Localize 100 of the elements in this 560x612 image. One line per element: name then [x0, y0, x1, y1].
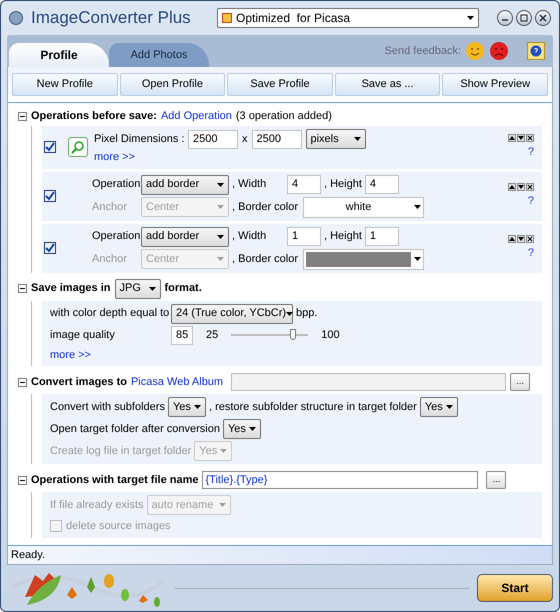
frown-icon[interactable] — [489, 41, 509, 61]
help-link[interactable]: ? — [528, 144, 534, 160]
profile-icon — [222, 13, 232, 23]
toolbar-button[interactable]: Save as ... — [334, 73, 440, 96]
caret-icon — [414, 205, 421, 209]
slider-thumb[interactable] — [290, 329, 296, 340]
field-label: Anchor — [92, 252, 128, 267]
caret-icon — [446, 405, 453, 409]
close-icon[interactable] — [526, 134, 534, 142]
checkbox[interactable] — [44, 141, 56, 154]
status-bar: Ready. — [8, 545, 552, 565]
caret-icon — [467, 16, 474, 20]
min-label: 25 — [206, 328, 218, 343]
field-label: Anchor — [92, 200, 128, 215]
dropdown[interactable]: Yes — [168, 397, 206, 417]
section-title: Operations with target file name — [31, 472, 198, 488]
move-down-icon[interactable] — [517, 234, 525, 243]
close-icon[interactable] — [526, 182, 534, 191]
toolbar-button[interactable]: Open Profile — [120, 73, 226, 96]
color-dropdown[interactable]: white — [303, 196, 424, 218]
field-label: bpp. — [296, 306, 318, 322]
browse-button[interactable]: ... — [510, 373, 530, 391]
move-up-icon[interactable] — [508, 234, 516, 243]
checkbox[interactable] — [44, 190, 56, 202]
collapse-icon[interactable] — [18, 476, 27, 484]
feedback-label: Send feedback: — [384, 44, 461, 59]
section-title: Save images in — [31, 281, 110, 296]
caret-icon — [194, 405, 201, 409]
caret-icon — [217, 234, 224, 238]
field-label: Open target folder after conversion — [50, 422, 220, 437]
section-title: format. — [164, 281, 202, 296]
move-down-icon[interactable] — [517, 134, 525, 142]
dropdown[interactable]: Yes — [222, 419, 261, 439]
depth-dropdown[interactable]: 24 (True color, YCbCr) — [171, 304, 293, 324]
field-label: , Border color — [232, 200, 300, 215]
target-field[interactable] — [231, 373, 506, 391]
field-label: , Height — [324, 229, 362, 244]
close-icon[interactable] — [526, 234, 534, 243]
max-label: 100 — [321, 328, 340, 343]
zoom-icon — [68, 137, 88, 158]
help-link[interactable]: ? — [528, 192, 534, 210]
browse-button[interactable]: ... — [486, 471, 506, 489]
collapse-icon[interactable] — [18, 378, 27, 386]
times-label: x — [242, 132, 248, 147]
dropdown[interactable]: add border — [141, 174, 229, 194]
help-button[interactable] — [527, 42, 545, 60]
tab[interactable]: Profile — [9, 43, 109, 67]
field-label: with color depth equal to — [50, 306, 168, 322]
move-up-icon[interactable] — [508, 182, 516, 191]
smiley-icon[interactable] — [465, 41, 485, 61]
pattern-field[interactable]: {Title}.{Type} — [202, 471, 478, 489]
section-title: Operations before save: — [31, 108, 157, 124]
add-operation-link[interactable]: Add Operation — [160, 108, 232, 124]
app-icon — [9, 11, 23, 25]
field-label: , Width — [232, 177, 268, 192]
field-label: , Height — [324, 177, 362, 192]
minimize-icon[interactable] — [497, 10, 513, 26]
window-title: ImageConverter Plus — [31, 7, 192, 30]
field-label: Operation — [92, 177, 138, 192]
maximize-icon[interactable] — [516, 10, 532, 26]
caret-icon — [414, 257, 421, 261]
more-link[interactable]: more >> — [94, 149, 366, 166]
checkbox-label: delete source images — [66, 519, 171, 534]
caret-icon — [148, 286, 156, 290]
caret-icon — [248, 427, 256, 431]
target-link[interactable]: Picasa Web Album — [130, 374, 224, 390]
start-button[interactable]: Start — [477, 574, 553, 602]
move-down-icon[interactable] — [517, 182, 525, 191]
field-label: If file already exists — [50, 498, 144, 513]
height-field[interactable]: 4 — [364, 175, 399, 194]
width-field[interactable]: 2500 — [188, 130, 238, 148]
more-link[interactable]: more >> — [50, 346, 91, 363]
move-up-icon[interactable] — [508, 134, 516, 142]
height-field[interactable]: 1 — [364, 227, 399, 246]
help-link[interactable]: ? — [528, 244, 534, 262]
quality-field[interactable]: 85 — [171, 326, 193, 344]
field-label: , Border color — [232, 252, 300, 267]
collapse-icon[interactable] — [18, 112, 27, 120]
caret-icon — [217, 257, 224, 261]
color-dropdown[interactable] — [303, 248, 424, 270]
width-field[interactable]: 4 — [287, 175, 321, 194]
dropdown[interactable]: Yes — [420, 397, 458, 417]
field-label: , restore subfolder structure in target folder — [208, 400, 417, 415]
tab[interactable]: Add Photos — [109, 43, 209, 67]
height-field[interactable]: 2500 — [252, 130, 302, 148]
width-field[interactable]: 1 — [287, 227, 321, 246]
dropdown[interactable]: add border — [141, 226, 229, 246]
caret-icon — [217, 182, 224, 186]
close-icon[interactable] — [535, 10, 551, 26]
toolbar-button[interactable]: Show Preview — [442, 73, 548, 96]
dropdown[interactable]: pixels — [306, 129, 366, 149]
profile-dropdown[interactable]: Optimized for Picasa — [217, 8, 479, 28]
format-dropdown[interactable]: JPG — [114, 278, 160, 298]
checkbox[interactable] — [44, 242, 56, 254]
toolbar-button[interactable]: New Profile — [12, 73, 118, 96]
field-label: Operation — [92, 229, 138, 244]
toolbar-button[interactable]: Save Profile — [227, 73, 333, 96]
section-title: Convert images to — [31, 374, 127, 390]
field-label: image quality — [50, 328, 116, 343]
collapse-icon[interactable] — [18, 284, 27, 293]
